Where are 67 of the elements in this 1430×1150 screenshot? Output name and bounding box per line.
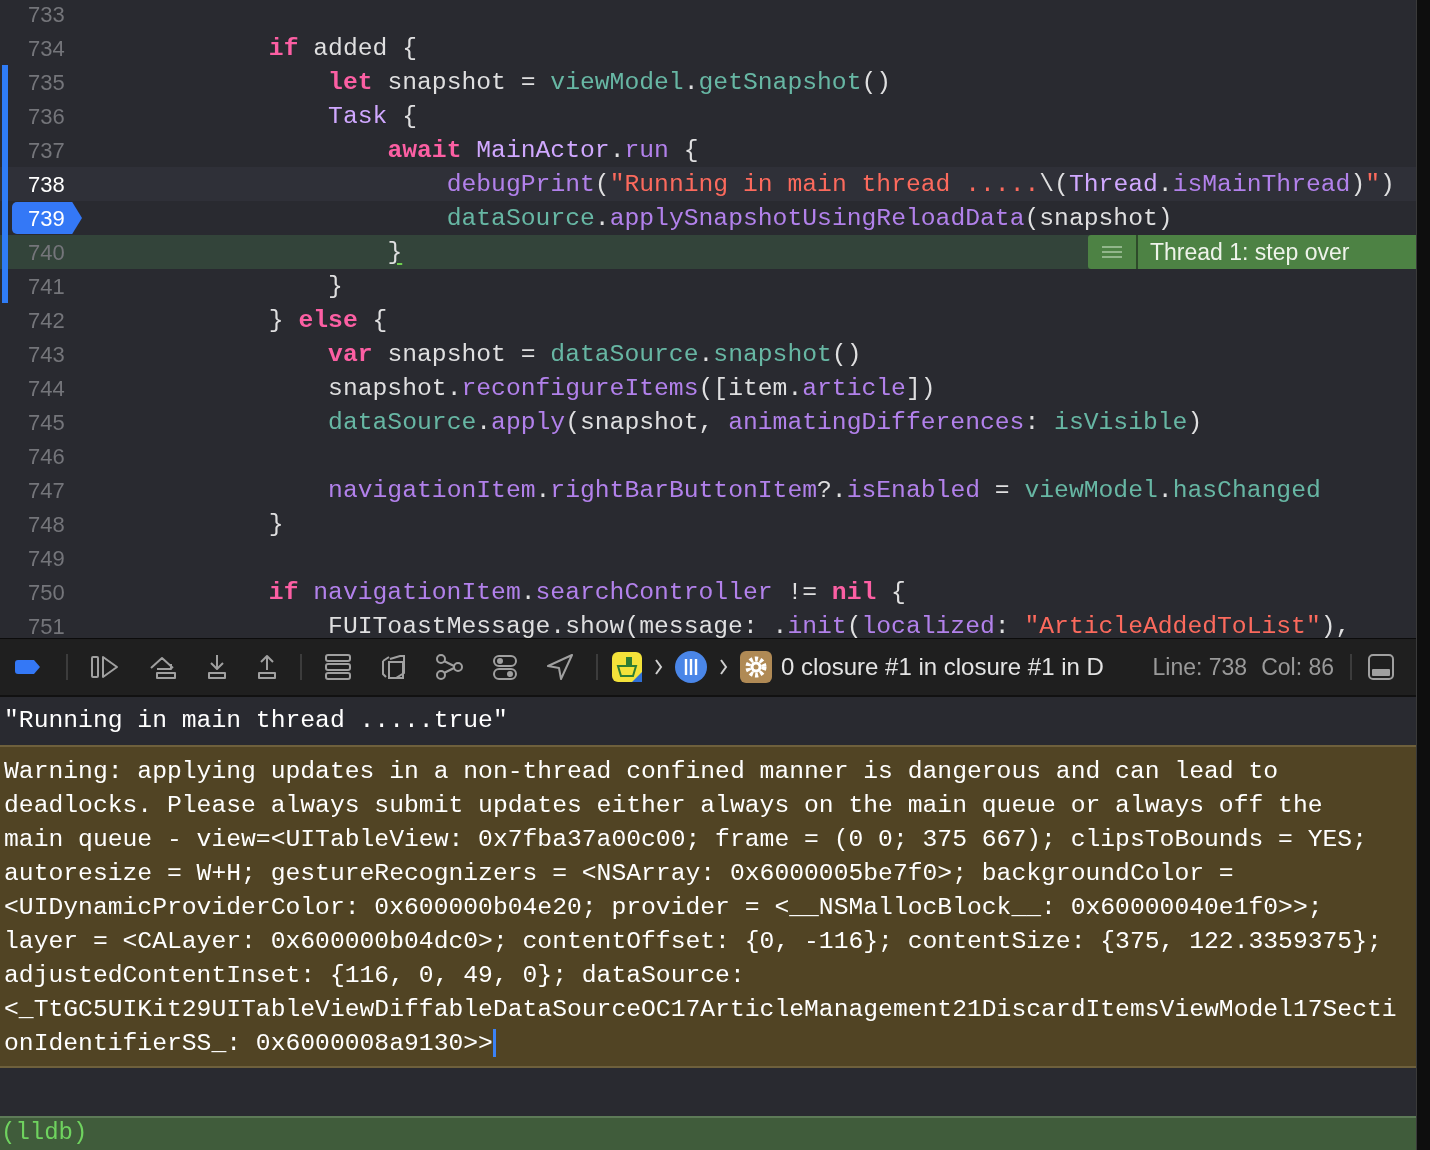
line-number: 741 [28,272,65,301]
code-line: } [328,273,343,299]
breakpoint-marker[interactable]: 739 [12,202,82,234]
breakpoint-toggle-icon[interactable] [12,658,43,676]
warning-text: Warning: applying updates in a non-thread confined manner is dangerous and can lead to [3,756,1280,787]
continue-icon[interactable] [91,655,119,679]
column-label: Col: 86 [1261,652,1334,682]
code-line: let snapshot = viewModel.getSnapshot() [328,69,892,95]
line-number: 738 [28,170,65,199]
line-number: 750 [28,578,65,607]
chevron-icon [654,658,663,676]
gear-icon[interactable] [740,651,772,683]
code-line: FUIToastMessage.show(message: .init(localized: "ArticleAddedToList"), [328,613,1351,638]
lldb-prompt[interactable]: (lldb) [0,1118,1416,1148]
line-number: 742 [28,306,65,335]
code-line: dataSource.applySnapshotUsingReloadData(snapshot) [446,205,1173,231]
code-line: } else { [268,307,388,333]
warning-text: <_TtGC5UIKit29UITableViewDiffableDataSourceOC17ArticleManagement21DiscardItemsViewModel17Secti [3,994,1398,1025]
warning-text: <UIDynamicProviderColor: 0x600000b04e20; provider = <__NSMallocBlock__: 0x60000040e1f0>>; [3,892,1324,923]
line-number: 736 [28,102,65,131]
panel-toggle-icon[interactable] [1368,654,1394,680]
line-label: Line: 738 [1152,652,1248,682]
nodes-icon[interactable] [436,654,463,680]
thread-icon[interactable] [675,651,707,683]
code-line: if added { [268,35,417,61]
code-line: Task { [328,103,417,129]
thread-annotation: Thread 1: step over [1138,235,1416,269]
warning-text: main queue - view=<UITableView: 0x7fba37a00c00; frame = (0 0; 375 667); clipsToBounds = YES; [3,824,1368,855]
code-line: } [268,511,284,537]
code-line: debugPrint("Running in main thread .....\(Thread.isMainThread)") [446,171,1395,197]
line-number: 735 [28,68,65,97]
step-into-icon[interactable] [207,654,227,680]
code-line: if navigationItem.searchController != nil { [268,579,906,605]
toggles-icon[interactable] [493,654,517,680]
line-number: 747 [28,476,65,505]
line-number: 740 [28,238,65,267]
line-number: 751 [28,612,65,638]
code-line: snapshot.reconfigureItems([item.article]) [328,375,936,401]
warning-text: layer = <CALayer: 0x600000b04dc0>; contentOffset: {0, -116}; contentSize: {375, 122.3359375}; [3,926,1383,957]
line-number: 733 [28,0,65,29]
line-number: 734 [28,34,65,63]
step-over-icon[interactable] [149,654,177,680]
line-number: 744 [28,374,65,403]
line-number: 749 [28,544,65,573]
code-line: } [387,239,403,265]
step-out-icon[interactable] [257,654,277,680]
line-number: 743 [28,340,65,369]
code-line: await MainActor.run { [387,137,699,163]
app-icon[interactable] [612,652,642,682]
warning-text: deadlocks. Please always submit updates either always on the main queue or always off the [3,790,1324,821]
code-line: dataSource.apply(snapshot, animatingDifferences: isVisible) [328,409,1203,435]
location-arrow-icon[interactable] [547,654,573,680]
warning-text: adjustedContentInset: {116, 0, 49, 0}; dataSource: [3,960,746,991]
line-number: 737 [28,136,65,165]
console-output: "Running in main thread .....true" [3,705,509,736]
line-number: 748 [28,510,65,539]
stacked-bars-icon[interactable] [325,654,351,680]
line-number: 745 [28,408,65,437]
line-number: 746 [28,442,65,471]
warning-text: autoresize = W+H; gestureRecognizers = <NSArray: 0x6000005be7f0>; backgroundColor = [3,858,1235,889]
code-line: var snapshot = dataSource.snapshot() [328,341,862,367]
warning-text: onIdentifierSS_: 0x6000008a9130>> [3,1028,493,1059]
text-cursor [492,1029,496,1057]
chevron-icon [719,658,728,676]
layered-squares-icon[interactable] [381,654,406,680]
stack-frame-label[interactable]: 0 closure #1 in closure #1 in D [781,649,1104,685]
code-line: navigationItem.rightBarButtonItem?.isEnabled = viewModel.hasChanged [328,477,1321,503]
